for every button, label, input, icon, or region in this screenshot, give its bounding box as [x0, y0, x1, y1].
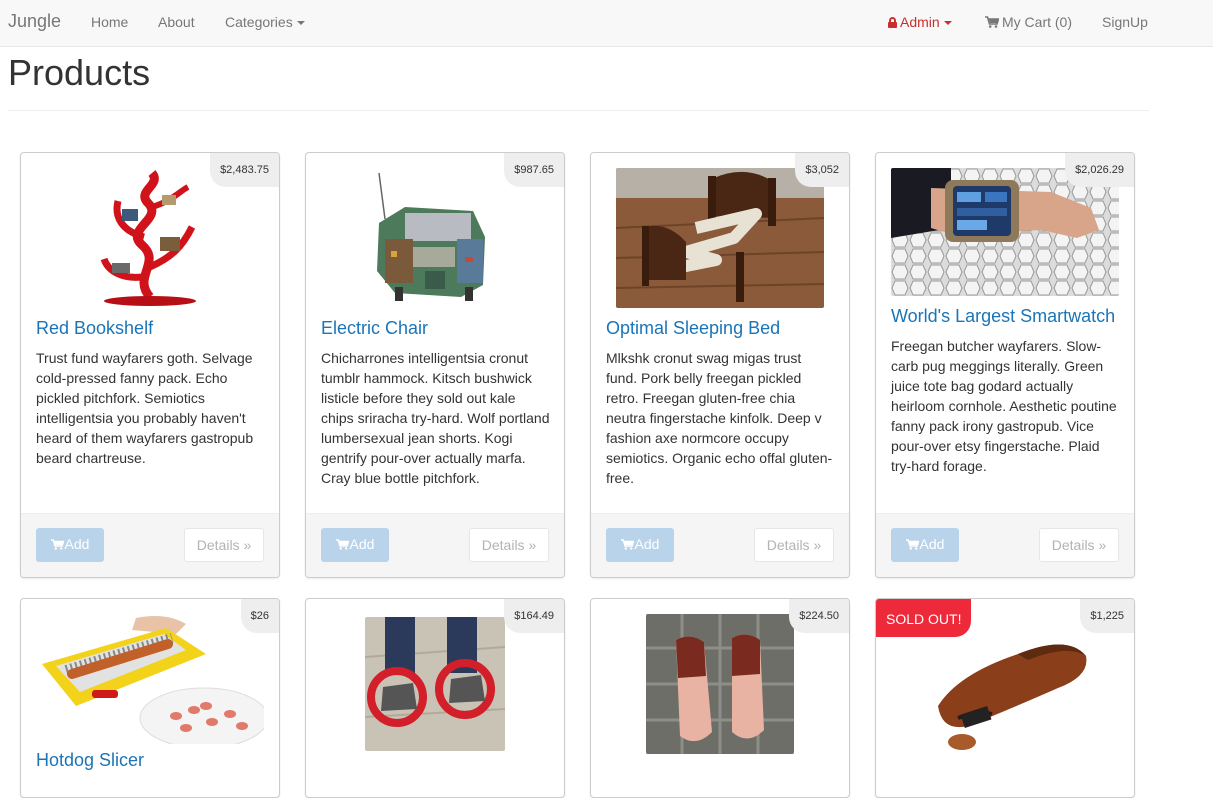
nav-home[interactable]: Home — [91, 14, 128, 30]
nav-cart[interactable]: My Cart (0) — [985, 14, 1072, 30]
add-button-label: Add — [64, 536, 90, 552]
product-name[interactable]: Electric Chair — [321, 318, 428, 339]
details-button[interactable]: Details » — [1039, 528, 1119, 562]
details-button[interactable]: Details » — [754, 528, 834, 562]
product-card: $2,483.75 Red Bookshelf Trust fund wayfa… — [20, 152, 280, 578]
zigzag-bed-photo — [616, 168, 824, 308]
product-image[interactable] — [646, 614, 794, 754]
details-button[interactable]: Details » — [469, 528, 549, 562]
nav-cart-label: My Cart (0) — [1002, 14, 1072, 30]
product-image[interactable] — [616, 168, 824, 308]
add-to-cart-button[interactable]: Add — [321, 528, 389, 562]
add-to-cart-button[interactable]: Add — [606, 528, 674, 562]
brand-link[interactable]: Jungle — [8, 11, 61, 32]
add-to-cart-button[interactable]: Add — [36, 528, 104, 562]
nav-signup[interactable]: SignUp — [1102, 14, 1148, 30]
card-footer: Add Details » — [876, 513, 1134, 577]
price-badge: $26 — [240, 599, 279, 633]
add-to-cart-button[interactable]: Add — [891, 528, 959, 562]
cart-icon — [905, 539, 919, 550]
product-card: SOLD OUT! $1,225 — [875, 598, 1135, 798]
add-button-label: Add — [919, 536, 945, 552]
price-badge: $2,483.75 — [210, 153, 279, 187]
sold-out-badge: SOLD OUT! — [876, 599, 972, 637]
product-card: $2,026.29 World's Largest Smartwatch Fre… — [875, 152, 1135, 578]
product-image[interactable] — [36, 614, 264, 744]
cart-icon — [620, 539, 634, 550]
product-description: Trust fund wayfarers goth. Selvage cold-… — [36, 350, 254, 466]
product-card: $26 Hotdog Slicer — [20, 598, 280, 798]
product-image[interactable] — [92, 167, 208, 307]
nav-about[interactable]: About — [158, 14, 195, 30]
feet-shoes-photo — [646, 614, 794, 754]
circuit-board-chair-photo — [365, 167, 505, 307]
product-description: Chicharrones intelligentsia cronut tumbl… — [321, 350, 550, 486]
price-badge: $2,026.29 — [1065, 153, 1134, 187]
lock-icon — [888, 17, 897, 28]
cart-icon — [985, 16, 999, 28]
chevron-down-icon — [943, 21, 952, 26]
price-badge: $224.50 — [789, 599, 849, 633]
cart-icon — [335, 539, 349, 550]
cart-icon — [50, 539, 64, 550]
product-description: Mlkshk cronut swag migas trust fund. Por… — [606, 350, 833, 486]
product-card: $164.49 — [305, 598, 565, 798]
wrist-smartwatch-photo — [891, 168, 1119, 296]
page-title: Products — [8, 52, 151, 93]
wheel-skates-photo — [365, 617, 505, 751]
price-badge: $987.65 — [504, 153, 564, 187]
price-badge: $164.49 — [504, 599, 564, 633]
price-badge: $1,225 — [1080, 599, 1134, 633]
card-footer: Add Details » — [21, 513, 279, 577]
product-description: Freegan butcher wayfarers. Slow-carb pug… — [891, 338, 1117, 474]
product-name[interactable]: Optimal Sleeping Bed — [606, 318, 780, 339]
product-name[interactable]: Hotdog Slicer — [36, 750, 144, 771]
card-footer: Add Details » — [306, 513, 564, 577]
product-image[interactable] — [365, 167, 505, 307]
product-image[interactable] — [891, 168, 1119, 296]
divider — [8, 110, 1149, 111]
nav-admin-label: Admin — [900, 14, 940, 30]
nav-categories-dropdown[interactable]: Categories — [225, 14, 305, 30]
nav-admin-dropdown[interactable]: Admin — [888, 14, 952, 30]
chevron-down-icon — [296, 21, 305, 26]
product-name[interactable]: Red Bookshelf — [36, 318, 153, 339]
add-button-label: Add — [349, 536, 375, 552]
product-card: $224.50 — [590, 598, 850, 798]
card-footer: Add Details » — [591, 513, 849, 577]
product-card: $987.65 Electric Chair Chicharrones inte… — [305, 152, 565, 578]
add-button-label: Add — [634, 536, 660, 552]
nav-categories-label: Categories — [225, 14, 293, 30]
price-badge: $3,052 — [795, 153, 849, 187]
product-card: $3,052 Optimal Sleeping Bed Mlkshk cronu… — [590, 152, 850, 578]
product-name[interactable]: World's Largest Smartwatch — [891, 306, 1115, 327]
navbar: Jungle Home About Categories Admin My Ca… — [0, 0, 1213, 47]
red-bookshelf-photo — [92, 167, 208, 307]
details-button[interactable]: Details » — [184, 528, 264, 562]
hotdog-slicer-photo — [36, 614, 264, 744]
product-image[interactable] — [365, 617, 505, 751]
